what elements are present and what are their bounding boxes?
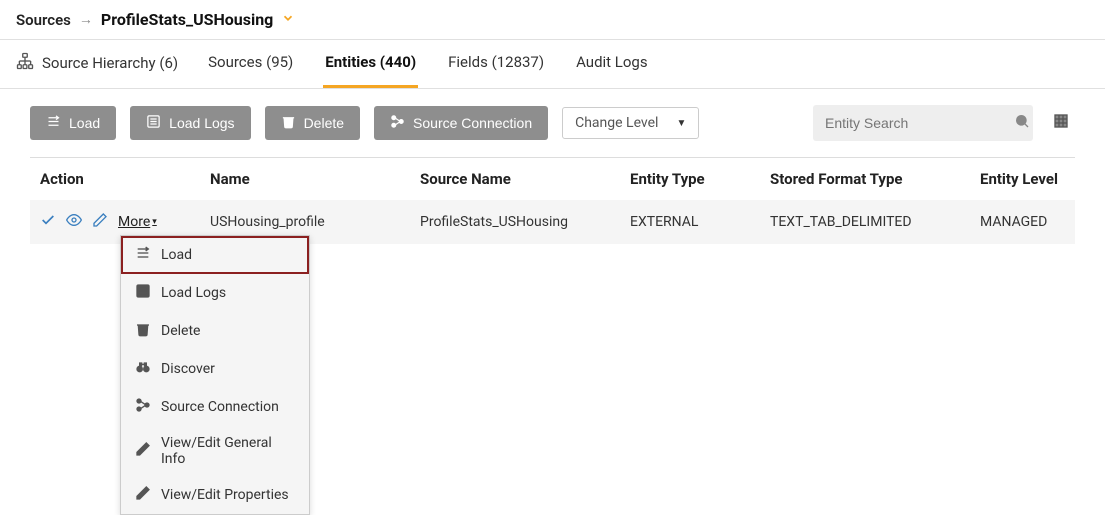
source-connection-button[interactable]: Source Connection xyxy=(374,106,548,140)
binoculars-icon xyxy=(135,359,151,379)
load-icon xyxy=(135,245,151,265)
action-cell: More ▾ xyxy=(40,212,190,232)
eye-icon[interactable] xyxy=(66,212,82,232)
check-icon[interactable] xyxy=(40,212,56,232)
caret-down-icon: ▾ xyxy=(152,217,157,227)
search-icon xyxy=(1014,113,1030,133)
tab-audit-logs[interactable]: Audit Logs xyxy=(574,53,650,88)
col-stored-format: Stored Format Type xyxy=(760,158,970,201)
search-field[interactable] xyxy=(825,115,1006,131)
more-dropdown-menu: Load Load Logs Delete Discover Source Co… xyxy=(120,235,310,515)
change-level-select[interactable]: Change Level ▼ xyxy=(562,107,699,139)
dropdown-discover[interactable]: Discover xyxy=(121,350,309,388)
delete-button-label: Delete xyxy=(304,115,344,131)
col-name: Name xyxy=(200,158,410,201)
entity-search-input[interactable] xyxy=(813,105,1033,141)
dropdown-delete-label: Delete xyxy=(161,323,200,339)
cell-entity-type: EXTERNAL xyxy=(620,200,760,244)
list-icon xyxy=(135,283,151,303)
more-dropdown-trigger[interactable]: More ▾ xyxy=(118,214,157,230)
load-button-label: Load xyxy=(69,115,100,131)
source-hierarchy-label: Source Hierarchy (6) xyxy=(42,54,178,72)
delete-button[interactable]: Delete xyxy=(265,106,360,140)
source-hierarchy-link[interactable]: Source Hierarchy (6) xyxy=(16,52,178,88)
cell-entity-level: MANAGED xyxy=(970,200,1075,244)
hierarchy-icon xyxy=(16,52,34,74)
columns-icon[interactable] xyxy=(1047,107,1075,139)
pencil-icon[interactable] xyxy=(92,212,108,232)
change-level-label: Change Level xyxy=(575,115,658,131)
tab-fields[interactable]: Fields (12837) xyxy=(446,53,546,88)
breadcrumb-arrow-icon: → xyxy=(79,11,93,28)
toolbar: Load Load Logs Delete Source Connection … xyxy=(0,89,1105,157)
col-action: Action xyxy=(30,158,200,201)
col-entity-level: Entity Level xyxy=(970,158,1075,201)
load-button[interactable]: Load xyxy=(30,106,116,140)
cell-stored-format: TEXT_TAB_DELIMITED xyxy=(760,200,970,244)
dropdown-view-edit-general-label: View/Edit General Info xyxy=(161,435,295,467)
breadcrumb-current: ProfileStats_USHousing xyxy=(101,10,273,29)
col-source-name: Source Name xyxy=(410,158,620,201)
breadcrumb: Sources → ProfileStats_USHousing xyxy=(0,0,1105,40)
cell-source-name: ProfileStats_USHousing xyxy=(410,200,620,244)
dropdown-load-logs[interactable]: Load Logs xyxy=(121,274,309,312)
load-logs-button-label: Load Logs xyxy=(169,115,234,131)
col-entity-type: Entity Type xyxy=(620,158,760,201)
pencil-icon xyxy=(135,485,151,505)
list-icon xyxy=(146,114,161,132)
chevron-down-icon[interactable] xyxy=(281,11,295,29)
entities-table: Action Name Source Name Entity Type Stor… xyxy=(30,157,1075,244)
breadcrumb-root[interactable]: Sources xyxy=(16,11,71,29)
trash-icon xyxy=(135,321,151,341)
dropdown-load-label: Load xyxy=(161,247,192,263)
dropdown-source-connection-label: Source Connection xyxy=(161,399,279,415)
connection-icon xyxy=(135,397,151,417)
connection-icon xyxy=(390,114,405,132)
dropdown-load-logs-label: Load Logs xyxy=(161,285,226,301)
dropdown-source-connection[interactable]: Source Connection xyxy=(121,388,309,426)
dropdown-load[interactable]: Load xyxy=(121,236,309,274)
tab-sources[interactable]: Sources (95) xyxy=(206,53,295,88)
tab-entities[interactable]: Entities (440) xyxy=(323,53,418,88)
load-logs-button[interactable]: Load Logs xyxy=(130,106,250,140)
load-icon xyxy=(46,114,61,132)
caret-down-icon: ▼ xyxy=(676,118,686,129)
dropdown-view-edit-properties[interactable]: View/Edit Properties xyxy=(121,476,309,514)
dropdown-view-edit-general[interactable]: View/Edit General Info xyxy=(121,426,309,476)
pencil-icon xyxy=(135,441,151,461)
trash-icon xyxy=(281,114,296,132)
dropdown-discover-label: Discover xyxy=(161,361,215,377)
tabs-row: Source Hierarchy (6) Sources (95) Entiti… xyxy=(0,40,1105,89)
dropdown-delete[interactable]: Delete xyxy=(121,312,309,350)
more-label: More xyxy=(118,214,150,230)
source-connection-button-label: Source Connection xyxy=(413,115,532,131)
